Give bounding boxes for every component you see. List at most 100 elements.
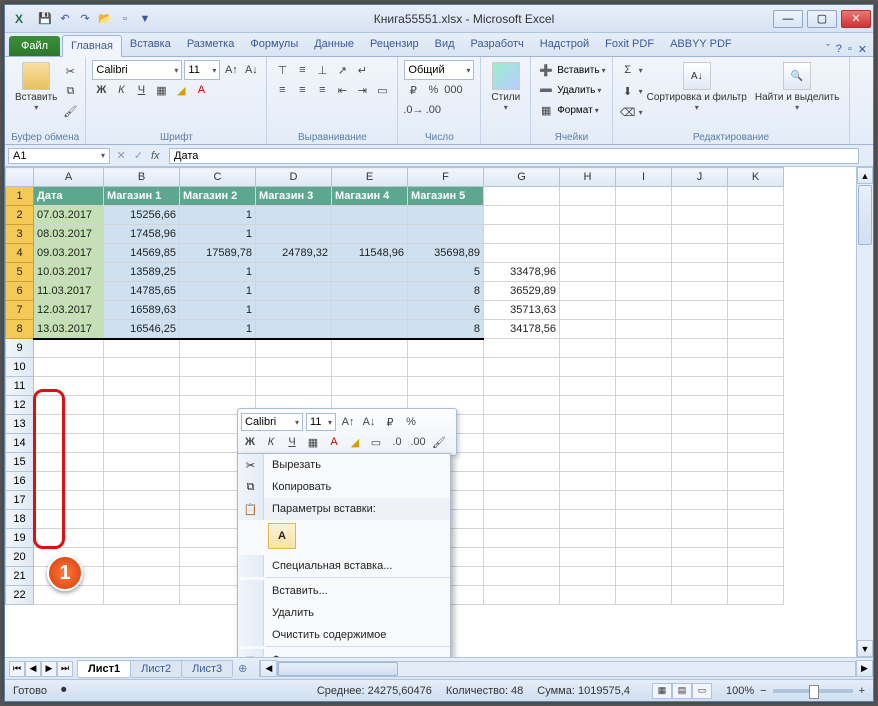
paste-option-default[interactable]: A (268, 523, 296, 549)
row-header-8[interactable]: 8 (6, 320, 34, 339)
cell-B16[interactable] (104, 472, 180, 491)
insert-cells-button[interactable]: Вставить (557, 65, 599, 76)
mini-inc-decimal-icon[interactable]: .00 (409, 433, 427, 451)
cell-F1[interactable]: Магазин 5 (408, 187, 484, 206)
cell-A13[interactable] (34, 415, 104, 434)
cell-H11[interactable] (560, 377, 616, 396)
cell-G18[interactable] (484, 510, 560, 529)
cell-H1[interactable] (560, 187, 616, 206)
menu-insert[interactable]: Вставить... (238, 580, 450, 602)
cell-G6[interactable]: 36529,89 (484, 282, 560, 301)
cell-B13[interactable] (104, 415, 180, 434)
save-icon[interactable]: 💾 (37, 11, 53, 27)
cell-K11[interactable] (728, 377, 784, 396)
file-tab[interactable]: Файл (9, 36, 60, 56)
cell-H22[interactable] (560, 586, 616, 605)
sheet-nav-next[interactable]: ▶ (41, 661, 57, 677)
cell-J4[interactable] (672, 244, 728, 263)
mini-font-name[interactable]: Calibri▾ (241, 413, 303, 431)
shrink-font-icon[interactable]: A↓ (242, 61, 260, 79)
cell-C9[interactable] (180, 339, 256, 358)
tab-Разметка[interactable]: Разметка (179, 34, 243, 56)
select-all-corner[interactable] (6, 168, 34, 187)
cell-H3[interactable] (560, 225, 616, 244)
align-bottom-icon[interactable]: ⊥ (313, 61, 331, 79)
tab-ABBYY PDF[interactable]: ABBYY PDF (662, 34, 740, 56)
cell-K19[interactable] (728, 529, 784, 548)
scroll-down-button[interactable]: ▼ (857, 640, 873, 657)
cell-J1[interactable] (672, 187, 728, 206)
cell-K13[interactable] (728, 415, 784, 434)
tab-Разработч[interactable]: Разработч (463, 34, 532, 56)
align-center-icon[interactable]: ≡ (293, 81, 311, 99)
sheet-tab-Лист3[interactable]: Лист3 (181, 660, 233, 678)
cell-G12[interactable] (484, 396, 560, 415)
delete-cells-button[interactable]: Удалить (557, 85, 595, 96)
minimize-button[interactable]: — (773, 10, 803, 28)
col-header-C[interactable]: C (180, 168, 256, 187)
autosum-icon[interactable]: Σ (619, 61, 637, 79)
mini-fill-color-icon[interactable]: ◢ (346, 433, 364, 451)
row-header-7[interactable]: 7 (6, 301, 34, 320)
cell-H8[interactable] (560, 320, 616, 339)
cell-J3[interactable] (672, 225, 728, 244)
italic-button[interactable]: К (112, 81, 130, 99)
cell-K15[interactable] (728, 453, 784, 472)
cell-J20[interactable] (672, 548, 728, 567)
percent-icon[interactable]: % (424, 81, 442, 99)
cell-B17[interactable] (104, 491, 180, 510)
cell-J5[interactable] (672, 263, 728, 282)
cell-B10[interactable] (104, 358, 180, 377)
cell-A10[interactable] (34, 358, 104, 377)
font-name-selector[interactable]: Calibri▾ (92, 60, 182, 80)
cell-G19[interactable] (484, 529, 560, 548)
cell-I3[interactable] (616, 225, 672, 244)
cell-H19[interactable] (560, 529, 616, 548)
paste-button[interactable]: Вставить ▾ (11, 60, 61, 131)
cell-K22[interactable] (728, 586, 784, 605)
close-workbook-icon[interactable]: ✕ (858, 43, 867, 56)
menu-copy[interactable]: ⧉Копировать (238, 476, 450, 498)
menu-delete[interactable]: Удалить (238, 602, 450, 624)
cell-E4[interactable]: 11548,96 (332, 244, 408, 263)
tab-Вставка[interactable]: Вставка (122, 34, 179, 56)
col-header-I[interactable]: I (616, 168, 672, 187)
row-header-19[interactable]: 19 (6, 529, 34, 548)
find-select-button[interactable]: 🔍 Найти и выделить▾ (751, 60, 843, 114)
cell-I1[interactable] (616, 187, 672, 206)
cell-K20[interactable] (728, 548, 784, 567)
cell-C6[interactable]: 1 (180, 282, 256, 301)
cell-D6[interactable] (256, 282, 332, 301)
cell-B20[interactable] (104, 548, 180, 567)
cell-B15[interactable] (104, 453, 180, 472)
menu-cut[interactable]: ✂Вырезать (238, 454, 450, 476)
fx-icon[interactable]: fx (151, 150, 160, 162)
cell-F7[interactable]: 6 (408, 301, 484, 320)
sheet-tab-Лист2[interactable]: Лист2 (130, 660, 182, 678)
cell-B9[interactable] (104, 339, 180, 358)
sheet-nav-prev[interactable]: ◀ (25, 661, 41, 677)
new-icon[interactable]: ▫ (117, 11, 133, 27)
cell-D11[interactable] (256, 377, 332, 396)
maximize-button[interactable]: ▢ (807, 10, 837, 28)
cell-F5[interactable]: 5 (408, 263, 484, 282)
row-header-9[interactable]: 9 (6, 339, 34, 358)
tab-Главная[interactable]: Главная (62, 35, 122, 57)
cell-G16[interactable] (484, 472, 560, 491)
cell-I12[interactable] (616, 396, 672, 415)
align-top-icon[interactable]: ⊤ (273, 61, 291, 79)
cell-H13[interactable] (560, 415, 616, 434)
row-header-2[interactable]: 2 (6, 206, 34, 225)
cell-A14[interactable] (34, 434, 104, 453)
cell-D2[interactable] (256, 206, 332, 225)
cell-J13[interactable] (672, 415, 728, 434)
mini-grow-font-icon[interactable]: A↑ (339, 413, 357, 431)
comma-icon[interactable]: 000 (444, 81, 462, 99)
bold-button[interactable]: Ж (92, 81, 110, 99)
cell-A3[interactable]: 08.03.2017 (34, 225, 104, 244)
underline-button[interactable]: Ч (132, 81, 150, 99)
cell-I11[interactable] (616, 377, 672, 396)
mini-dec-decimal-icon[interactable]: .0 (388, 433, 406, 451)
cell-A2[interactable]: 07.03.2017 (34, 206, 104, 225)
cell-H15[interactable] (560, 453, 616, 472)
